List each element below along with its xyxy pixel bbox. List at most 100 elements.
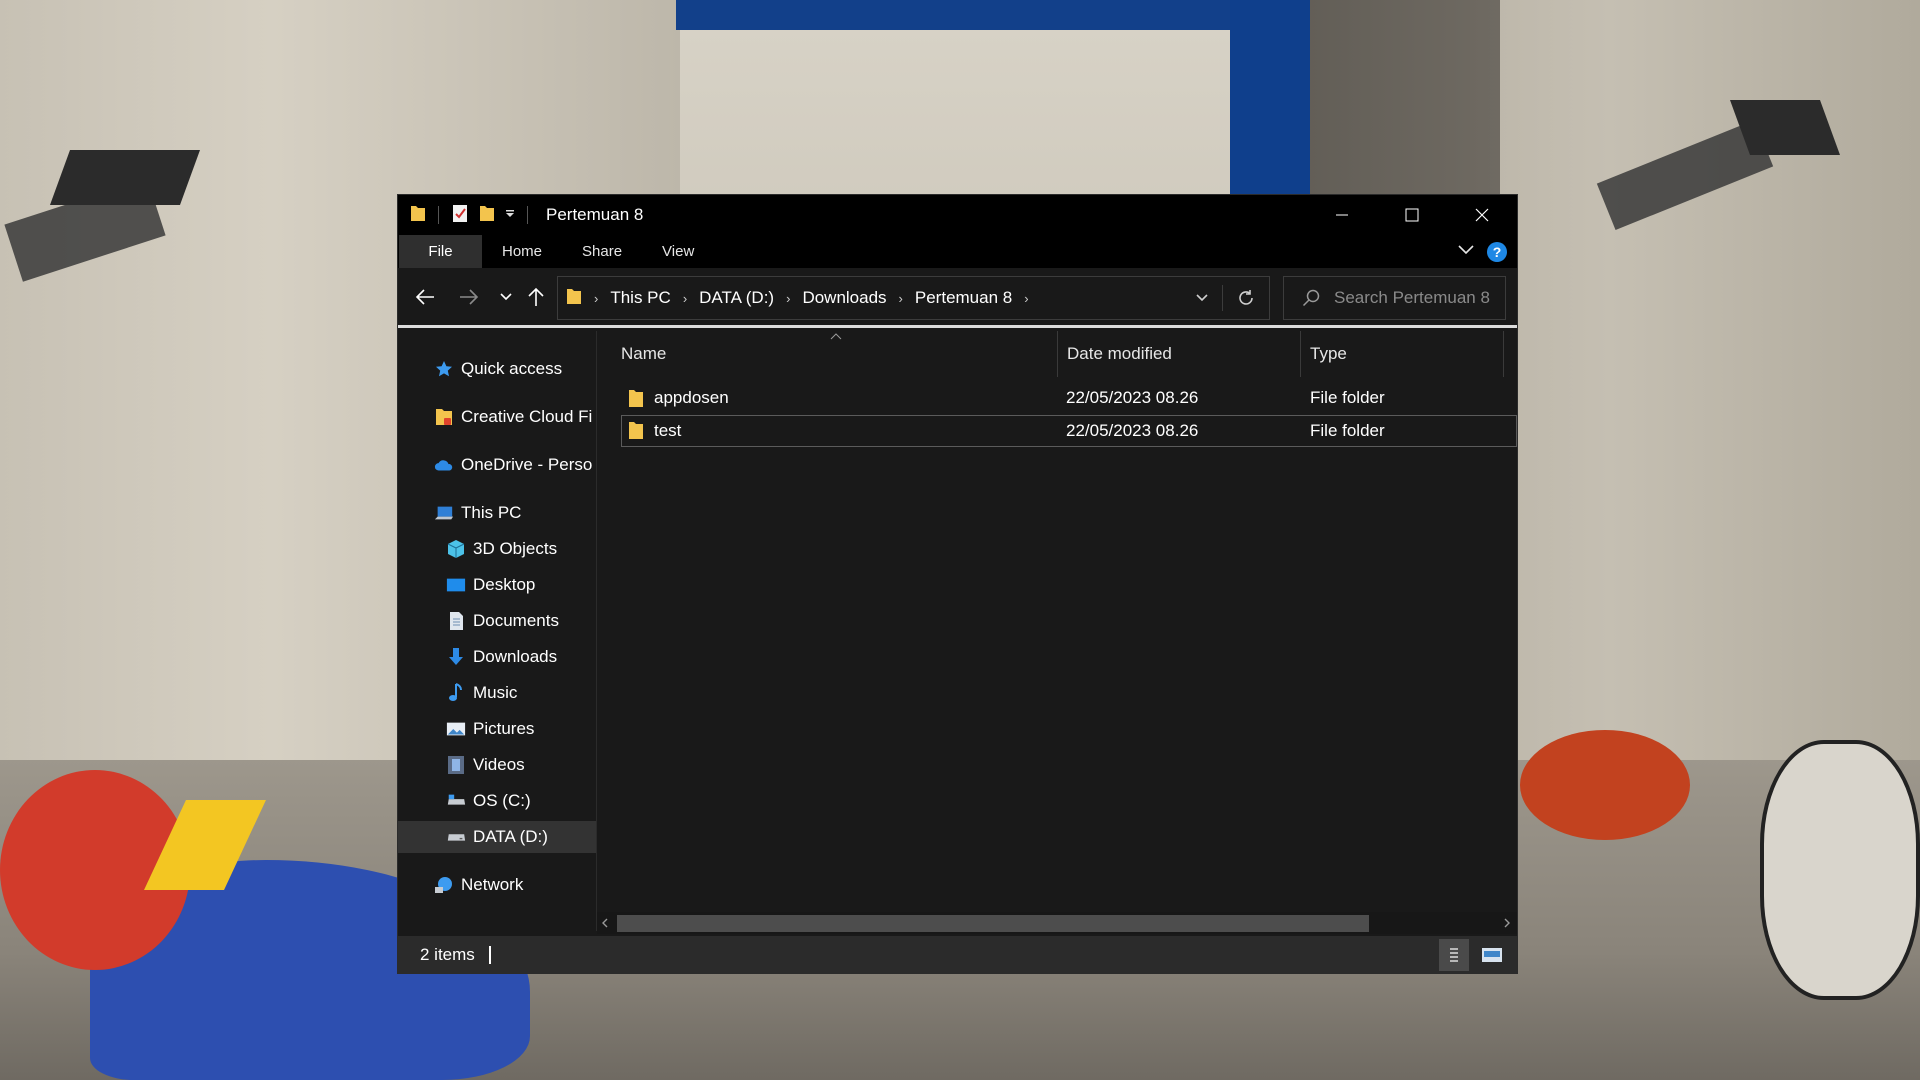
file-explorer-window: Pertemuan 8 File Home Share View ? › Thi…: [397, 194, 1518, 974]
film-icon: [446, 755, 466, 775]
file-name: test: [654, 421, 682, 440]
up-button[interactable]: [526, 268, 546, 326]
file-type: File folder: [1310, 421, 1385, 440]
breadcrumb-data-drive[interactable]: DATA (D:): [699, 288, 774, 308]
back-button[interactable]: [412, 268, 438, 326]
music-note-icon: [446, 683, 466, 703]
column-header-date-modified[interactable]: Date modified: [1067, 331, 1172, 377]
folder-icon: [627, 416, 645, 446]
desktop-icon: [446, 575, 466, 595]
column-separator[interactable]: [1503, 331, 1504, 377]
sidebar-item-downloads[interactable]: Downloads: [398, 641, 596, 673]
help-icon: ?: [1492, 243, 1502, 260]
ribbon-tabs: File Home Share View: [398, 235, 1517, 268]
minimize-icon: [1336, 214, 1348, 216]
sidebar-item-creative-cloud[interactable]: Creative Cloud Fi: [398, 401, 596, 433]
close-button[interactable]: [1447, 195, 1517, 235]
details-view-icon: [1450, 948, 1458, 962]
maximize-button[interactable]: [1377, 195, 1447, 235]
up-arrow-icon: [528, 287, 544, 306]
chevron-right-icon[interactable]: ›: [786, 291, 790, 306]
column-separator[interactable]: [1057, 331, 1058, 377]
properties-icon[interactable]: [451, 203, 469, 228]
large-icons-view-button[interactable]: [1477, 939, 1507, 971]
sidebar-item-music[interactable]: Music: [398, 677, 596, 709]
tab-share[interactable]: Share: [562, 235, 642, 268]
chevron-right-icon[interactable]: ›: [899, 291, 903, 306]
sidebar-item-pictures[interactable]: Pictures: [398, 713, 596, 745]
close-icon: [1475, 208, 1489, 222]
chevron-right-icon[interactable]: ›: [683, 291, 687, 306]
sidebar-item-this-pc[interactable]: This PC: [398, 497, 596, 529]
sidebar-item-data-d[interactable]: DATA (D:): [398, 821, 596, 853]
address-bar[interactable]: › This PC › DATA (D:) › Downloads › Pert…: [557, 276, 1270, 320]
breadcrumb-this-pc[interactable]: This PC: [610, 288, 670, 308]
sidebar-item-quick-access[interactable]: Quick access: [398, 353, 596, 385]
refresh-button[interactable]: [1223, 277, 1269, 319]
sidebar-item-3d-objects[interactable]: 3D Objects: [398, 533, 596, 565]
quick-access-toolbar: [398, 195, 540, 235]
maximize-icon: [1405, 208, 1419, 222]
details-view-button[interactable]: [1439, 939, 1469, 971]
tab-file[interactable]: File: [399, 235, 482, 268]
sidebar-item-documents[interactable]: Documents: [398, 605, 596, 637]
title-bar: Pertemuan 8: [398, 195, 1517, 235]
toolbar-separator: [527, 206, 528, 224]
tab-view[interactable]: View: [642, 235, 714, 268]
wallpaper-sky: [676, 0, 1236, 30]
address-history-button[interactable]: [1182, 277, 1222, 319]
column-separator[interactable]: [1300, 331, 1301, 377]
minimize-button[interactable]: [1307, 195, 1377, 235]
computer-icon: [434, 503, 454, 523]
view-switcher: [1439, 936, 1507, 974]
status-separator: [488, 946, 491, 964]
scrollbar-thumb[interactable]: [617, 915, 1369, 932]
tab-home[interactable]: Home: [482, 235, 562, 268]
help-button[interactable]: ?: [1487, 241, 1507, 262]
new-folder-icon[interactable]: [479, 204, 495, 227]
forward-button[interactable]: [456, 268, 482, 326]
customize-toolbar-chevron-icon[interactable]: [505, 206, 515, 224]
file-type: File folder: [1310, 388, 1385, 407]
scroll-left-icon[interactable]: [601, 918, 609, 928]
file-row-appdosen[interactable]: appdosen 22/05/2023 08.26 File folder: [621, 383, 1517, 415]
sort-ascending-icon: [830, 333, 842, 340]
drive-icon: [446, 827, 466, 847]
window-controls: [1307, 195, 1517, 235]
breadcrumb-pertemuan-8[interactable]: Pertemuan 8: [915, 288, 1012, 308]
sidebar-item-desktop[interactable]: Desktop: [398, 569, 596, 601]
forward-arrow-icon: [460, 289, 479, 305]
expand-ribbon-chevron-icon[interactable]: [1457, 243, 1475, 261]
horizontal-scrollbar[interactable]: [597, 912, 1517, 934]
onedrive-cloud-icon: [434, 455, 454, 475]
search-icon: [1302, 289, 1320, 307]
column-header-type[interactable]: Type: [1310, 331, 1347, 377]
scroll-right-icon[interactable]: [1503, 918, 1511, 928]
window-title: Pertemuan 8: [546, 205, 644, 224]
chevron-down-icon: [500, 293, 512, 301]
breadcrumb-downloads[interactable]: Downloads: [802, 288, 886, 308]
sidebar-item-onedrive[interactable]: OneDrive - Perso: [398, 449, 596, 481]
search-input[interactable]: Search Pertemuan 8: [1334, 288, 1490, 308]
picture-icon: [446, 719, 466, 739]
wallpaper-graffiti-shape: [1520, 730, 1690, 840]
navigation-pane: Quick access Creative Cloud Fi OneDrive …: [398, 331, 596, 931]
sidebar-item-os-c[interactable]: OS (C:): [398, 785, 596, 817]
wallpaper-graffiti-shape: [1760, 740, 1920, 1000]
cube-icon: [446, 539, 466, 559]
file-list: Name Date modified Type appdosen 22/05/2…: [597, 331, 1517, 931]
wallpaper-sky: [1230, 0, 1310, 210]
file-row-test[interactable]: test 22/05/2023 08.26 File folder: [621, 415, 1517, 447]
chevron-right-icon[interactable]: ›: [594, 291, 598, 306]
recent-locations-button[interactable]: [497, 268, 515, 326]
sidebar-item-videos[interactable]: Videos: [398, 749, 596, 781]
chevron-right-icon[interactable]: ›: [1024, 291, 1028, 306]
folder-icon: [410, 204, 426, 227]
address-bar-controls: [1182, 277, 1269, 319]
download-arrow-icon: [446, 647, 466, 667]
column-header-name[interactable]: Name: [621, 331, 666, 377]
search-box[interactable]: Search Pertemuan 8: [1283, 276, 1506, 320]
back-arrow-icon: [415, 289, 434, 305]
toolbar-separator: [438, 206, 439, 224]
sidebar-item-network[interactable]: Network: [398, 869, 596, 901]
